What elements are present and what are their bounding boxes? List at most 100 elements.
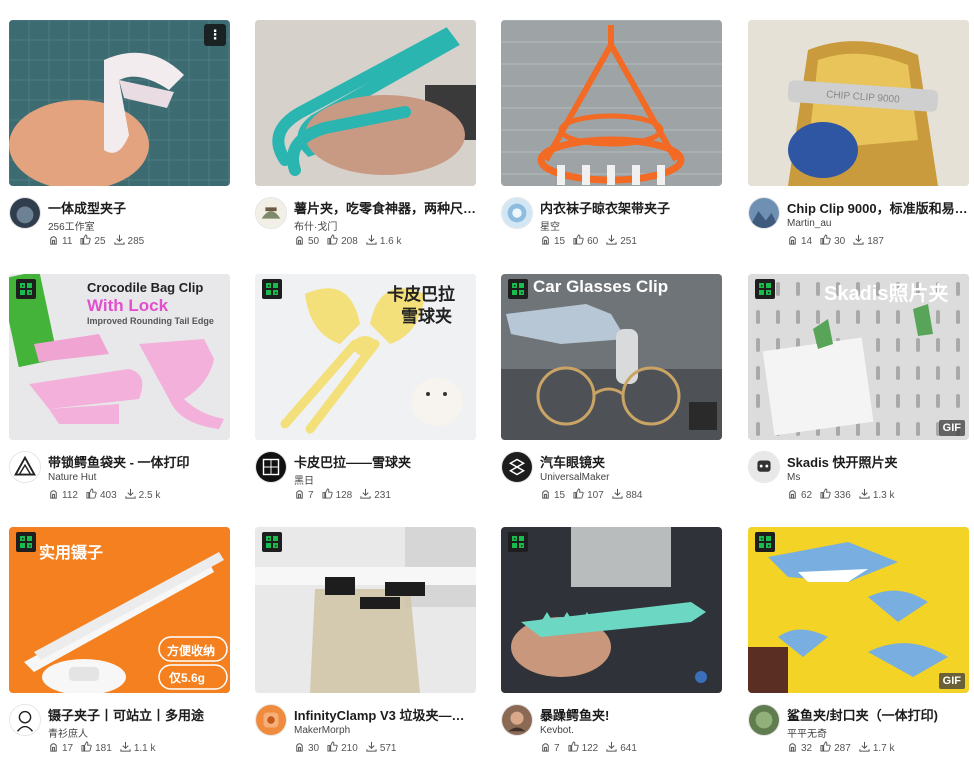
model-thumbnail[interactable] <box>501 527 722 693</box>
avatar[interactable] <box>9 704 41 736</box>
boost-count: 7 <box>554 742 560 754</box>
boost-icon <box>540 741 551 755</box>
model-title[interactable]: 内衣袜子晾衣架带夹子 <box>540 198 722 217</box>
like-count: 25 <box>94 235 106 247</box>
avatar[interactable] <box>9 197 41 229</box>
model-title[interactable]: 一体成型夹子 <box>48 198 230 217</box>
like-count: 128 <box>335 489 353 501</box>
boost-stat: 112 <box>48 488 78 502</box>
download-icon <box>360 488 371 502</box>
avatar[interactable] <box>255 197 287 229</box>
card-meta: Skadis 快开照片夹 Ms 62 336 1.3 k <box>748 440 969 520</box>
model-title[interactable]: 卡皮巴拉——雪球夹 <box>294 452 476 471</box>
avatar[interactable] <box>501 197 533 229</box>
boost-icon <box>48 741 59 755</box>
model-title[interactable]: 暴躁鳄鱼夹! <box>540 705 722 724</box>
model-stats: 15 60 251 <box>540 234 637 248</box>
avatar[interactable] <box>255 451 287 483</box>
thumbnail-image <box>255 527 476 693</box>
card-meta: 汽车眼镜夹 UniversalMaker 15 107 884 <box>501 440 722 520</box>
model-stats: 32 287 1.7 k <box>787 741 895 755</box>
model-title[interactable]: 汽车眼镜夹 <box>540 452 722 471</box>
like-stat: 128 <box>322 488 353 502</box>
thumbnail-image <box>9 20 230 186</box>
model-card[interactable]: ⋮ 一体成型夹子 256工作室 11 25 285 <box>9 20 230 266</box>
author-name[interactable]: 星空 <box>540 218 560 233</box>
boost-count: 112 <box>62 489 78 501</box>
download-icon <box>853 234 864 248</box>
author-name[interactable]: UniversalMaker <box>540 472 609 483</box>
model-thumbnail[interactable] <box>255 20 476 186</box>
like-stat: 210 <box>327 741 358 755</box>
download-stat: 285 <box>113 234 144 248</box>
model-title[interactable]: 鲨鱼夹/封口夹（一体打印) <box>787 705 969 724</box>
model-thumbnail[interactable] <box>255 527 476 693</box>
model-card[interactable]: 暴躁鳄鱼夹! Kevbot. 7 122 641 <box>501 527 722 771</box>
like-stat: 25 <box>80 234 106 248</box>
card-meta: Chip Clip 9000，标准版和易… Martin_au 14 30 18… <box>748 186 969 266</box>
model-thumbnail[interactable]: Car Glasses Clip <box>501 274 722 440</box>
model-thumbnail[interactable]: CHIP CLIP 9000 <box>748 20 969 186</box>
thumbnail-caption: 实用镊子 <box>39 545 104 562</box>
model-card[interactable]: 薯片夹，吃零食神器，两种尺… 布什·戈门 50 208 1.6 k <box>255 20 476 266</box>
model-title[interactable]: 带锁鳄鱼袋夹 - 一体打印 <box>48 452 230 471</box>
like-stat: 122 <box>568 741 598 755</box>
model-thumbnail[interactable]: 卡皮巴拉 雪球夹 <box>255 274 476 440</box>
avatar[interactable] <box>501 704 533 736</box>
boost-stat: 7 <box>540 741 560 755</box>
model-card[interactable]: 实用镊子 方便收纳 仅5.6g 镊子夹子丨可站立丨多用途 青衫庶人 17 181 1… <box>9 527 230 771</box>
model-card[interactable]: 卡皮巴拉 雪球夹 卡皮巴拉——雪球夹 黑日 7 128 231 <box>255 274 476 520</box>
model-title[interactable]: Skadis 快开照片夹 <box>787 452 969 471</box>
download-stat: 251 <box>606 234 637 248</box>
boost-stat: 15 <box>540 234 565 248</box>
avatar[interactable] <box>9 451 41 483</box>
more-options-button[interactable]: ⋮ <box>204 24 226 46</box>
model-card[interactable]: 内衣袜子晾衣架带夹子 星空 15 60 251 <box>501 20 722 266</box>
author-name[interactable]: Martin_au <box>787 218 831 229</box>
model-thumbnail[interactable]: Crocodile Bag Clip With Lock Improved Roun… <box>9 274 230 440</box>
avatar[interactable] <box>501 451 533 483</box>
download-icon <box>113 234 125 248</box>
avatar[interactable] <box>748 197 780 229</box>
like-icon <box>573 234 584 248</box>
thumbnail-caption: 雪球夹 <box>401 307 452 326</box>
avatar[interactable] <box>748 704 780 736</box>
model-stats: 14 30 187 <box>787 234 884 248</box>
gif-badge: GIF <box>938 673 965 689</box>
like-count: 208 <box>341 235 358 247</box>
model-card[interactable]: InfinityClamp V3 垃圾夹—… MakerMorph 30 210… <box>255 527 476 771</box>
model-card[interactable]: GIF 鲨鱼夹/封口夹（一体打印) 平平无奇 32 287 1.7 k <box>748 527 969 771</box>
author-name[interactable]: 256工作室 <box>48 218 95 233</box>
author-name[interactable]: Nature Hut <box>48 472 96 483</box>
model-title[interactable]: Chip Clip 9000，标准版和易… <box>787 198 969 217</box>
model-title[interactable]: 镊子夹子丨可站立丨多用途 <box>48 705 230 724</box>
model-thumbnail[interactable]: 实用镊子 方便收纳 仅5.6g <box>9 527 230 693</box>
model-thumbnail[interactable]: ⋮ <box>9 20 230 186</box>
download-count: 187 <box>867 235 884 247</box>
author-name[interactable]: 黑日 <box>294 472 314 487</box>
author-name[interactable]: 青衫庶人 <box>48 725 88 740</box>
boost-icon <box>540 488 551 502</box>
model-thumbnail[interactable]: GIF Skadis照片夹 <box>748 274 969 440</box>
download-count: 1.6 k <box>379 235 402 247</box>
model-title[interactable]: 薯片夹，吃零食神器，两种尺… <box>294 198 476 217</box>
author-name[interactable]: 布什·戈门 <box>294 218 337 233</box>
model-thumbnail[interactable]: GIF <box>748 527 969 693</box>
author-name[interactable]: MakerMorph <box>294 725 350 736</box>
model-card[interactable]: Car Glasses Clip 汽车眼镜夹 UniversalMaker 15… <box>501 274 722 520</box>
boost-icon <box>294 234 305 248</box>
author-name[interactable]: 平平无奇 <box>787 725 827 740</box>
model-card[interactable]: Crocodile Bag Clip With Lock Improved Roun… <box>9 274 230 520</box>
boost-count: 17 <box>62 742 74 754</box>
model-title[interactable]: InfinityClamp V3 垃圾夹—… <box>294 705 476 724</box>
model-stats: 30 210 571 <box>294 741 397 755</box>
avatar[interactable] <box>255 704 287 736</box>
model-thumbnail[interactable] <box>501 20 722 186</box>
author-name[interactable]: Ms <box>787 472 800 483</box>
card-meta: 一体成型夹子 256工作室 11 25 285 <box>9 186 230 266</box>
like-icon <box>573 488 584 502</box>
model-card[interactable]: GIF Skadis照片夹 Skadis 快开照片夹 Ms 62 336 1.3 … <box>748 274 969 520</box>
avatar[interactable] <box>748 451 780 483</box>
author-name[interactable]: Kevbot. <box>540 725 574 736</box>
model-card[interactable]: CHIP CLIP 9000 Chip Clip 9000，标准版和易… Mar… <box>748 20 969 266</box>
